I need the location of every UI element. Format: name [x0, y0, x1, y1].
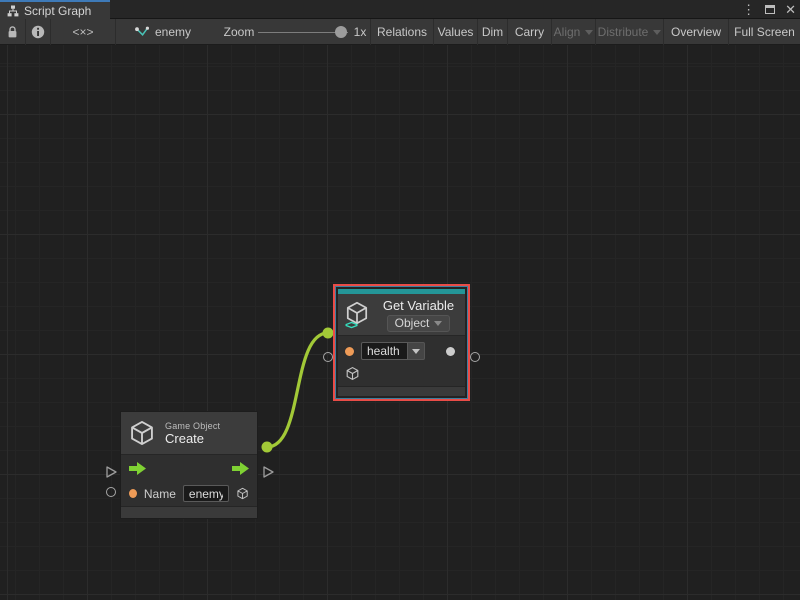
chevron-down-icon — [434, 321, 442, 326]
variable-name-port[interactable] — [345, 347, 354, 356]
lock-button[interactable] — [0, 19, 25, 45]
maximize-icon[interactable] — [765, 5, 775, 14]
graph-canvas[interactable]: Game Object Create Name — [0, 45, 800, 600]
node-category: Game Object — [165, 421, 220, 431]
flow-input-arrow-icon[interactable] — [129, 462, 146, 475]
unity-script-graph-window: Script Graph ⋮ ✕ <×> — [0, 0, 800, 600]
flow-output-arrow-icon[interactable] — [232, 462, 249, 475]
flow-output-outer-port[interactable] — [261, 465, 275, 479]
tab-bar: Script Graph ⋮ ✕ — [0, 0, 800, 19]
values-button[interactable]: Values — [434, 19, 477, 45]
graph-reference-icon — [135, 26, 149, 39]
zoom-slider-thumb[interactable] — [335, 26, 347, 38]
variable-name-input[interactable] — [361, 342, 408, 360]
variable-cube-code-icon: <> — [344, 300, 372, 330]
name-input[interactable] — [183, 485, 229, 502]
lock-icon — [6, 25, 19, 39]
code-brackets-icon: <> — [345, 318, 357, 332]
toolbar-separator — [115, 19, 116, 45]
graph-reference[interactable]: enemy — [135, 19, 205, 45]
object-input-icon[interactable] — [345, 366, 360, 381]
variable-picker-dropdown[interactable] — [408, 342, 425, 360]
relations-button[interactable]: Relations — [371, 19, 433, 45]
chevron-down-icon — [653, 30, 661, 35]
node-get-variable-header: <> Get Variable Object — [338, 294, 465, 336]
overview-button[interactable]: Overview — [664, 19, 728, 45]
node-get-variable-footer — [338, 386, 465, 396]
node-create-header: Game Object Create — [121, 412, 257, 455]
info-icon — [31, 25, 45, 39]
tab-title: Script Graph — [24, 4, 91, 18]
node-title: Get Variable — [383, 298, 454, 313]
name-outer-port[interactable] — [106, 487, 116, 497]
game-object-output-icon[interactable] — [236, 486, 249, 501]
selection-inner-outline: <> Get Variable Object — [335, 286, 468, 399]
node-title: Create — [165, 431, 220, 446]
value-output-port[interactable] — [446, 347, 455, 356]
window-controls: ⋮ ✕ — [742, 0, 796, 19]
graph-reference-label: enemy — [155, 25, 191, 39]
graph-toolbar: <×> enemy Zoom 1x Relations Values Dim — [0, 19, 800, 45]
full-screen-button[interactable]: Full Screen — [729, 19, 800, 45]
distribute-button[interactable]: Distribute — [596, 19, 663, 45]
node-get-variable[interactable]: <> Get Variable Object — [333, 284, 470, 401]
close-icon[interactable]: ✕ — [785, 3, 796, 16]
graph-hierarchy-icon — [7, 5, 19, 17]
align-button[interactable]: Align — [552, 19, 595, 45]
zoom-label: Zoom — [222, 19, 256, 45]
node-create[interactable]: Game Object Create Name — [120, 411, 258, 519]
node-create-footer — [121, 506, 257, 518]
variable-name-outer-port[interactable] — [323, 352, 333, 362]
node-create-body: Name — [121, 455, 257, 506]
zoom-value: 1x — [350, 19, 370, 45]
name-input-port[interactable] — [129, 489, 137, 498]
code-preview-button[interactable]: <×> — [51, 19, 115, 45]
name-field-label: Name — [144, 487, 176, 501]
variable-scope-dropdown[interactable]: Object — [387, 315, 451, 332]
tab-script-graph[interactable]: Script Graph — [0, 0, 110, 19]
wire-end-dot — [323, 328, 334, 339]
code-icon: <×> — [72, 25, 93, 39]
more-menu-icon[interactable]: ⋮ — [742, 3, 755, 16]
carry-button[interactable]: Carry — [508, 19, 551, 45]
inspect-button[interactable] — [26, 19, 50, 45]
game-object-cube-icon — [128, 419, 156, 447]
chevron-down-icon — [585, 30, 593, 35]
dim-button[interactable]: Dim — [478, 19, 507, 45]
node-get-variable-body — [338, 336, 465, 386]
flow-input-outer-port[interactable] — [104, 465, 118, 479]
value-output-outer-port[interactable] — [470, 352, 480, 362]
wire-start-dot — [262, 442, 273, 453]
chevron-down-icon — [412, 349, 420, 354]
